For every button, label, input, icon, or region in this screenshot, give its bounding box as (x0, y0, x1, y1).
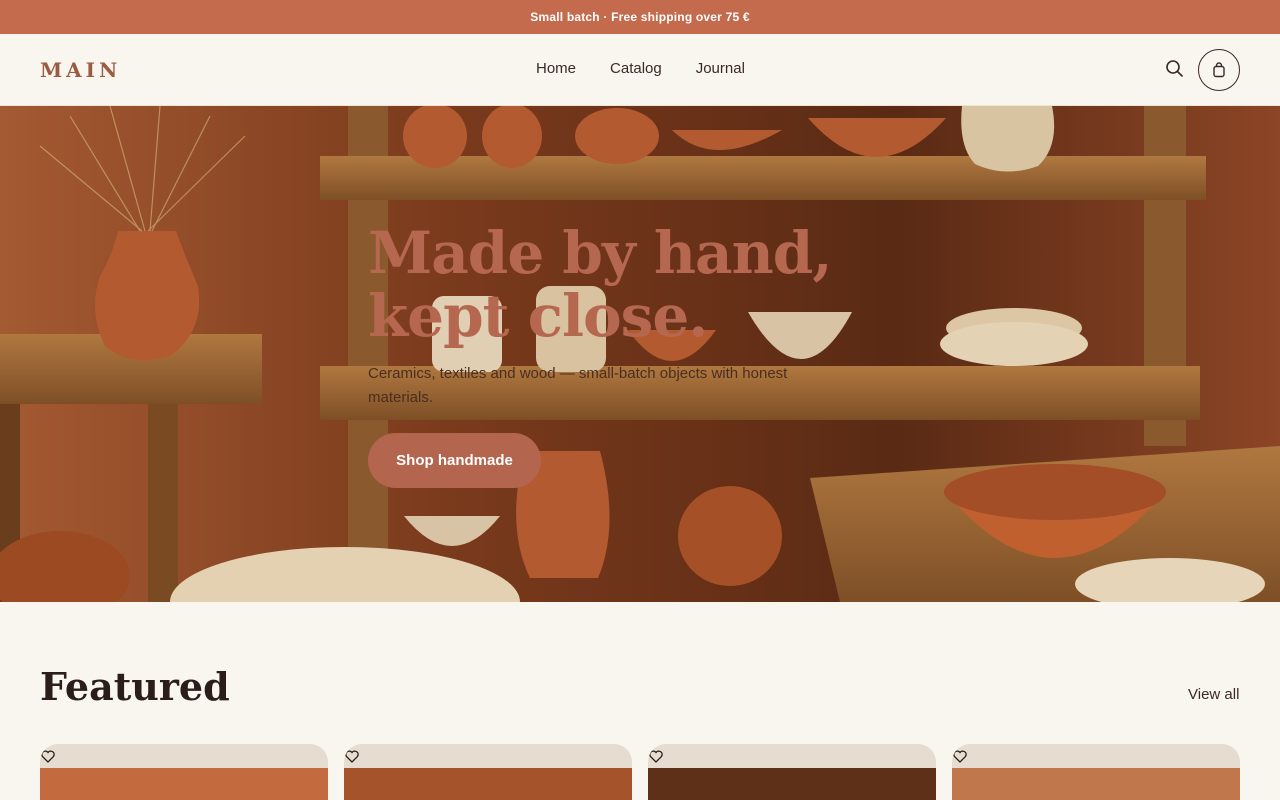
shop-handmade-button[interactable]: Shop handmade (368, 433, 541, 488)
featured-heading: Featured (40, 664, 230, 709)
product-card[interactable] (952, 744, 1240, 800)
product-image (952, 768, 1240, 800)
site-header: MAIN Home Catalog Journal (0, 34, 1280, 106)
nav-home[interactable]: Home (536, 60, 576, 77)
heart-icon[interactable] (648, 748, 664, 764)
product-image (648, 768, 936, 800)
hero-banner: Made by hand, kept close. Ceramics, text… (0, 106, 1280, 602)
product-card[interactable] (648, 744, 936, 800)
heart-icon[interactable] (40, 748, 56, 764)
cart-button[interactable] (1198, 49, 1240, 91)
featured-products (40, 744, 1240, 800)
nav-catalog[interactable]: Catalog (610, 60, 662, 77)
site-logo[interactable]: MAIN (40, 58, 121, 82)
hero-subtitle: Ceramics, textiles and wood — small-batc… (368, 365, 788, 406)
hero-image (0, 106, 1280, 602)
product-card[interactable] (40, 744, 328, 800)
product-image (40, 768, 328, 800)
heart-icon[interactable] (344, 748, 360, 764)
hero-title: Made by hand, kept close. (368, 219, 833, 350)
shopping-bag-icon (1213, 62, 1225, 78)
heart-icon[interactable] (952, 748, 968, 764)
nav-journal[interactable]: Journal (696, 60, 745, 77)
announcement-bar: Small batch · Free shipping over 75 € (0, 0, 1280, 34)
product-image (344, 768, 632, 800)
search-icon[interactable] (1164, 58, 1186, 80)
view-all-link[interactable]: View all (1188, 686, 1239, 703)
product-card[interactable] (344, 744, 632, 800)
main-nav: Home Catalog Journal (536, 60, 745, 77)
